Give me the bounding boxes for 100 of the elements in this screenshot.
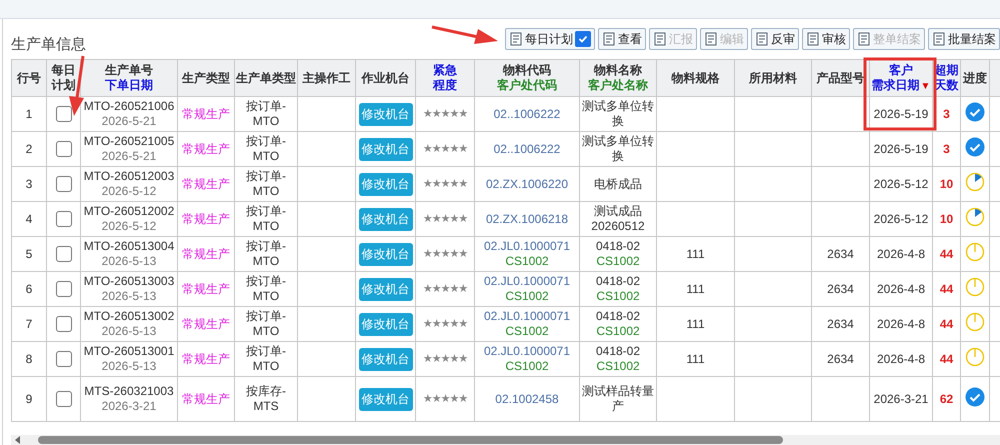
- order-type: 按订单-MTO: [245, 274, 287, 304]
- checkbox[interactable]: [56, 141, 72, 157]
- document-icon: [857, 32, 871, 46]
- column-header: 物料规格: [670, 70, 720, 86]
- column-header: 客户处名称: [587, 78, 649, 93]
- product-model: 2634: [826, 246, 855, 262]
- column-header: 物料名称: [592, 63, 643, 78]
- overdue-days: 44: [940, 246, 954, 260]
- panel-title: 生产单信息: [11, 35, 86, 54]
- demand-date: 2026-4-8: [876, 316, 926, 332]
- edit-machine-button[interactable]: 修改机台: [358, 172, 412, 196]
- order-type: 按库存-MTS: [245, 384, 287, 414]
- material-name: 电桥成品: [593, 176, 643, 192]
- customer-name: CS1002: [595, 289, 641, 304]
- order-number: MTO-260513002: [83, 309, 175, 324]
- customer-name: CS1002: [595, 359, 641, 374]
- document-icon: [755, 32, 769, 46]
- material-name: 测试多单位转换: [582, 99, 654, 129]
- checkbox[interactable]: [56, 106, 72, 122]
- checkbox[interactable]: [56, 391, 72, 407]
- document-icon: [602, 32, 616, 46]
- order-type: 按订单-MTO: [245, 169, 287, 199]
- edit-machine-button[interactable]: 修改机台: [358, 102, 412, 126]
- demand-date: 2026-5-19: [872, 142, 930, 156]
- edit-machine-button[interactable]: 修改机台: [358, 312, 412, 336]
- order-type: 按订单-MTO: [245, 134, 287, 164]
- star-rating: ★★★★★: [422, 142, 468, 157]
- row-number: 1: [24, 106, 34, 122]
- customer-code: CS1002: [504, 324, 550, 339]
- edit-machine-button[interactable]: 修改机台: [358, 348, 412, 370]
- product-model: 2634: [826, 316, 855, 332]
- material-name: 0418-02: [594, 239, 642, 254]
- row-number: 9: [24, 392, 34, 406]
- column-header: 需求日期▼: [870, 78, 932, 94]
- toolbar-button[interactable]: 批量结案: [928, 28, 1000, 50]
- overdue-days: 3: [943, 106, 950, 120]
- row-number: 4: [24, 212, 34, 226]
- production-type: 常规生产: [181, 106, 231, 122]
- row-number: 5: [24, 246, 34, 262]
- order-number: MTS-260321003: [83, 384, 175, 399]
- production-type: 常规生产: [181, 392, 231, 406]
- column-header: 所用材料: [748, 70, 798, 86]
- toolbar-button[interactable]: 查看: [598, 28, 646, 50]
- edit-machine-button[interactable]: 修改机台: [358, 242, 412, 266]
- checkbox[interactable]: [56, 281, 72, 297]
- star-rating: ★★★★★: [422, 247, 468, 262]
- order-date: 2026-5-12: [100, 184, 158, 199]
- edit-machine-button[interactable]: 修改机台: [358, 278, 412, 300]
- production-type: 常规生产: [181, 142, 231, 156]
- demand-date: 2026-5-12: [872, 212, 930, 226]
- customer-code: CS1002: [504, 359, 550, 374]
- order-date: 2026-5-21: [100, 114, 158, 129]
- checkbox[interactable]: [56, 316, 72, 332]
- column-header: 主操作工: [302, 70, 352, 86]
- column-header: 生产单类型: [235, 70, 297, 86]
- star-rating: ★★★★★: [422, 212, 468, 227]
- order-type: 按订单-MTO: [245, 344, 287, 374]
- checkbox[interactable]: [56, 176, 72, 192]
- checkbox[interactable]: [56, 211, 72, 227]
- order-number: MTO-260512002: [83, 204, 175, 219]
- star-rating: ★★★★★: [422, 392, 468, 407]
- material-name: 0418-02: [594, 344, 642, 359]
- column-header: 行号: [16, 70, 42, 86]
- material-name: 0418-02: [594, 309, 642, 324]
- check-icon: [578, 34, 588, 44]
- demand-date: 2026-3-21: [872, 392, 930, 406]
- order-date: 2026-5-13: [100, 359, 158, 374]
- order-date: 2026-5-13: [100, 289, 158, 304]
- column-header: 作业机台: [360, 70, 410, 86]
- row-number: 2: [24, 142, 34, 156]
- overdue-days: 44: [940, 316, 954, 330]
- checkbox[interactable]: [56, 351, 72, 367]
- customer-name: CS1002: [595, 254, 641, 269]
- column-header: 产品型号: [816, 70, 866, 86]
- horizontal-scrollbar[interactable]: [11, 435, 1000, 445]
- document-icon: [932, 32, 946, 46]
- material-code: 02.JL0.1000071: [482, 344, 572, 359]
- row-number: 8: [24, 352, 34, 366]
- material-name: 0418-02: [594, 274, 642, 289]
- order-date: 2026-5-13: [100, 254, 158, 269]
- order-date: 2026-3-21: [100, 399, 158, 414]
- order-date: 2026-5-13: [100, 324, 158, 339]
- edit-machine-button[interactable]: 修改机台: [358, 388, 412, 410]
- material-spec: 111: [685, 246, 706, 262]
- edit-machine-button[interactable]: 修改机台: [358, 138, 412, 160]
- star-rating: ★★★★★: [422, 107, 468, 122]
- checkbox[interactable]: [56, 246, 72, 262]
- overdue-days: 3: [943, 142, 950, 156]
- demand-date: 2026-4-8: [876, 246, 926, 262]
- material-code: 02.JL0.1000071: [482, 309, 572, 324]
- column-header: 程度: [432, 78, 458, 93]
- edit-machine-button[interactable]: 修改机台: [358, 208, 412, 230]
- toolbar-button[interactable]: 审核: [802, 28, 850, 50]
- material-spec: 111: [685, 282, 706, 296]
- order-date: 2026-5-21: [100, 149, 158, 164]
- material-name: 测试样品转量产: [582, 384, 654, 414]
- column-header: 下单日期: [104, 78, 154, 93]
- toolbar-button[interactable]: 反审: [751, 28, 799, 50]
- toolbar-button[interactable]: 每日计划: [505, 28, 595, 50]
- checkbox[interactable]: [575, 31, 591, 47]
